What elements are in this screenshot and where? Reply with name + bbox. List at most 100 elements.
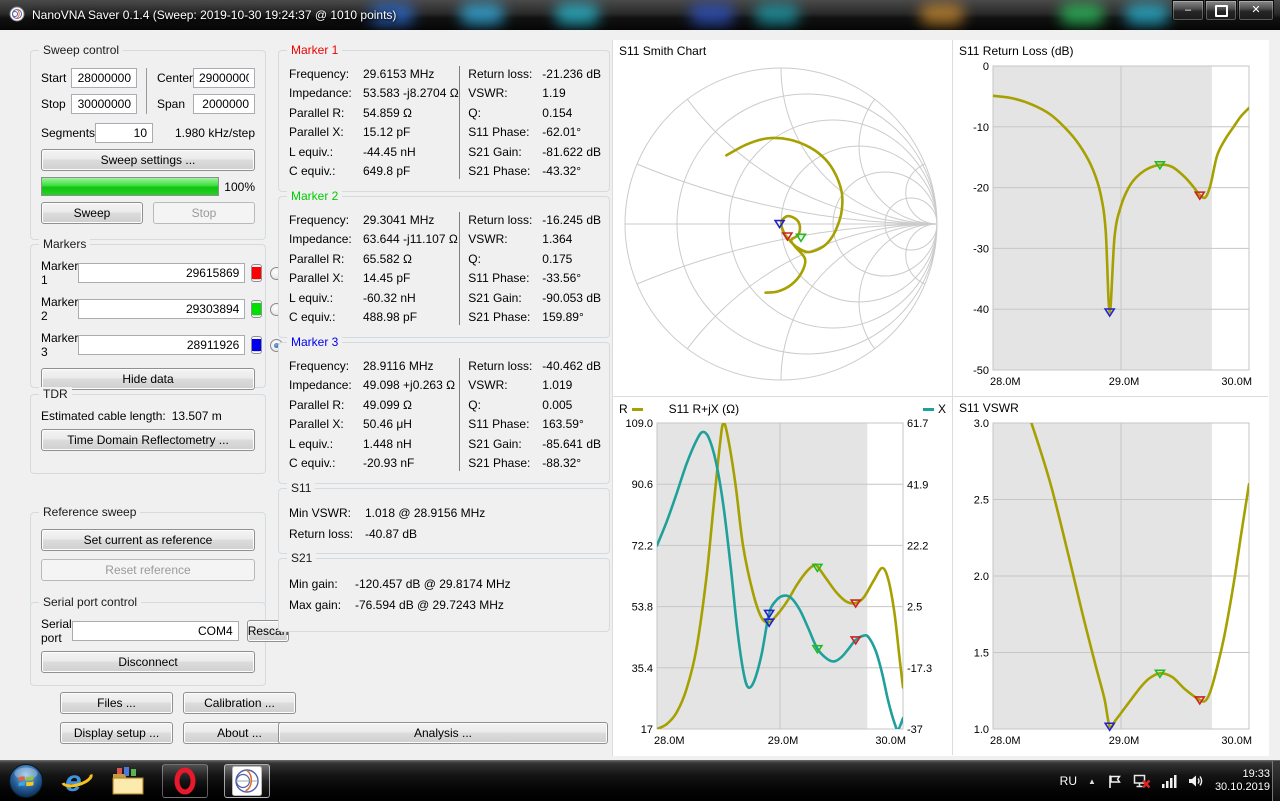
start-button[interactable]	[8, 763, 44, 799]
stop-button[interactable]: Stop	[153, 202, 255, 224]
opera-taskbar-button[interactable]	[162, 764, 208, 798]
svg-text:-17.3: -17.3	[907, 663, 932, 675]
sweep-settings-button[interactable]: Sweep settings ...	[41, 149, 255, 171]
start-input[interactable]	[71, 68, 137, 88]
segments-input[interactable]	[95, 123, 153, 143]
stop-input[interactable]	[71, 94, 137, 114]
svg-text:35.4: 35.4	[632, 663, 653, 675]
stat-label: Impedance:	[289, 86, 363, 100]
marker1-freq-input[interactable]	[78, 263, 245, 283]
marker2-data-title: Marker 2	[287, 189, 342, 203]
return-loss-title: S11 Return Loss (dB)	[959, 44, 1262, 60]
tray-time: 19:33	[1215, 768, 1270, 781]
close-button[interactable]: ✕	[1238, 0, 1274, 21]
marker1-label: Marker 1	[41, 259, 78, 287]
svg-text:29.0M: 29.0M	[1109, 735, 1140, 747]
rjx-chart[interactable]: 109.090.672.253.835.41761.741.922.22.5-1…	[619, 417, 943, 747]
system-tray: RU ▲ 19:33 30.10.2019	[1060, 761, 1270, 801]
app-icon	[9, 6, 25, 25]
legend-r-label: R	[619, 402, 628, 416]
sweep-control-group: Sweep control Start Center Stop Span Seg…	[30, 50, 266, 240]
marker3-freq-input[interactable]	[78, 335, 245, 355]
span-input[interactable]	[193, 94, 255, 114]
svg-text:-10: -10	[973, 122, 989, 134]
stat-label: S11 Phase:	[468, 125, 542, 139]
marker3-data-title: Marker 3	[287, 335, 342, 349]
minimize-button[interactable]: –	[1172, 0, 1204, 21]
stat-value: -76.594 dB @ 29.7243 MHz	[355, 598, 504, 612]
stat-value: -90.053 dB	[542, 291, 601, 305]
tray-chevron-icon[interactable]: ▲	[1088, 777, 1096, 786]
reset-reference-button[interactable]: Reset reference	[41, 559, 255, 581]
center-input[interactable]	[193, 68, 255, 88]
stat-label: Max gain:	[289, 598, 355, 612]
calibration-button[interactable]: Calibration ...	[183, 692, 296, 714]
divider	[146, 68, 147, 114]
network-disconnected-icon[interactable]	[1133, 774, 1151, 789]
stat-value: -81.622 dB	[542, 145, 601, 159]
stat-label: Q:	[468, 398, 542, 412]
marker3-color-swatch	[252, 339, 261, 351]
svg-text:28.0M: 28.0M	[990, 376, 1021, 388]
signal-strength-icon[interactable]	[1162, 774, 1177, 788]
internet-explorer-icon[interactable]: e	[60, 765, 94, 797]
analysis-button[interactable]: Analysis ...	[278, 722, 608, 744]
marker2-data-group: Marker 2 Frequency:29.3041 MHz Impedance…	[278, 196, 610, 338]
stat-value: 159.89°	[542, 310, 601, 324]
disconnect-button[interactable]: Disconnect	[41, 651, 255, 673]
stop-label: Stop	[41, 97, 71, 111]
vswr-chart[interactable]: 3.02.52.01.51.028.0M29.0M30.0M	[959, 417, 1259, 747]
stat-label: Return loss:	[468, 67, 542, 81]
hide-data-button[interactable]: Hide data	[41, 368, 255, 390]
stat-label: Q:	[468, 106, 542, 120]
marker2-color-button[interactable]	[251, 300, 262, 318]
rjx-title: S11 R+jX (Ω)	[669, 402, 739, 416]
smith-chart[interactable]	[619, 60, 943, 388]
opera-icon	[172, 767, 198, 795]
stat-value: 29.6153 MHz	[363, 67, 459, 81]
marker1-color-button[interactable]	[251, 264, 262, 282]
stat-label: L equiv.:	[289, 437, 363, 451]
svg-text:-30: -30	[973, 243, 989, 255]
stat-value: -21.236 dB	[542, 67, 601, 81]
maximize-button[interactable]	[1205, 0, 1237, 21]
markers-group-title: Markers	[39, 237, 90, 251]
serial-port-input[interactable]	[72, 621, 239, 641]
action-center-flag-icon[interactable]	[1107, 774, 1122, 789]
file-explorer-icon[interactable]	[110, 765, 146, 797]
sweep-button[interactable]: Sweep	[41, 202, 143, 224]
marker3-data-group: Marker 3 Frequency:28.9116 MHz Impedance…	[278, 342, 610, 484]
display-setup-button[interactable]: Display setup ...	[60, 722, 173, 744]
set-reference-button[interactable]: Set current as reference	[41, 529, 255, 551]
stat-label: Frequency:	[289, 67, 363, 81]
show-desktop-button[interactable]	[1272, 761, 1280, 801]
sweep-control-title: Sweep control	[39, 43, 123, 57]
minimize-icon: –	[1185, 5, 1191, 16]
stat-value: -20.93 nF	[363, 456, 459, 470]
progress-label: 100%	[224, 180, 255, 194]
stat-label: Parallel X:	[289, 417, 363, 431]
serial-port-label: Serial port	[41, 617, 72, 645]
stat-label: VSWR:	[468, 86, 542, 100]
svg-text:17: 17	[641, 724, 653, 736]
return-loss-chart[interactable]: 0-10-20-30-40-5028.0M29.0M30.0M	[959, 60, 1259, 388]
svg-text:-20: -20	[973, 183, 989, 195]
svg-text:109.0: 109.0	[625, 418, 653, 430]
marker2-freq-input[interactable]	[78, 299, 245, 319]
s21-summary-title: S21	[287, 551, 316, 565]
nanovna-taskbar-button[interactable]	[224, 764, 270, 798]
language-indicator[interactable]: RU	[1060, 774, 1077, 788]
marker1-data-group: Marker 1 Frequency:29.6153 MHz Impedance…	[278, 50, 610, 192]
stat-value: 54.859 Ω	[363, 106, 459, 120]
marker3-color-button[interactable]	[251, 336, 262, 354]
volume-icon[interactable]	[1188, 774, 1204, 788]
stat-value: 1.364	[542, 232, 601, 246]
stat-label: Impedance:	[289, 232, 363, 246]
stat-value: 163.59°	[542, 417, 601, 431]
clock[interactable]: 19:33 30.10.2019	[1215, 768, 1270, 794]
tdr-button[interactable]: Time Domain Reflectometry ...	[41, 429, 255, 451]
stat-label: Frequency:	[289, 359, 363, 373]
stat-value: 53.583 -j8.2704 Ω	[363, 86, 459, 100]
svg-text:-37: -37	[907, 724, 923, 736]
files-button[interactable]: Files ...	[60, 692, 173, 714]
